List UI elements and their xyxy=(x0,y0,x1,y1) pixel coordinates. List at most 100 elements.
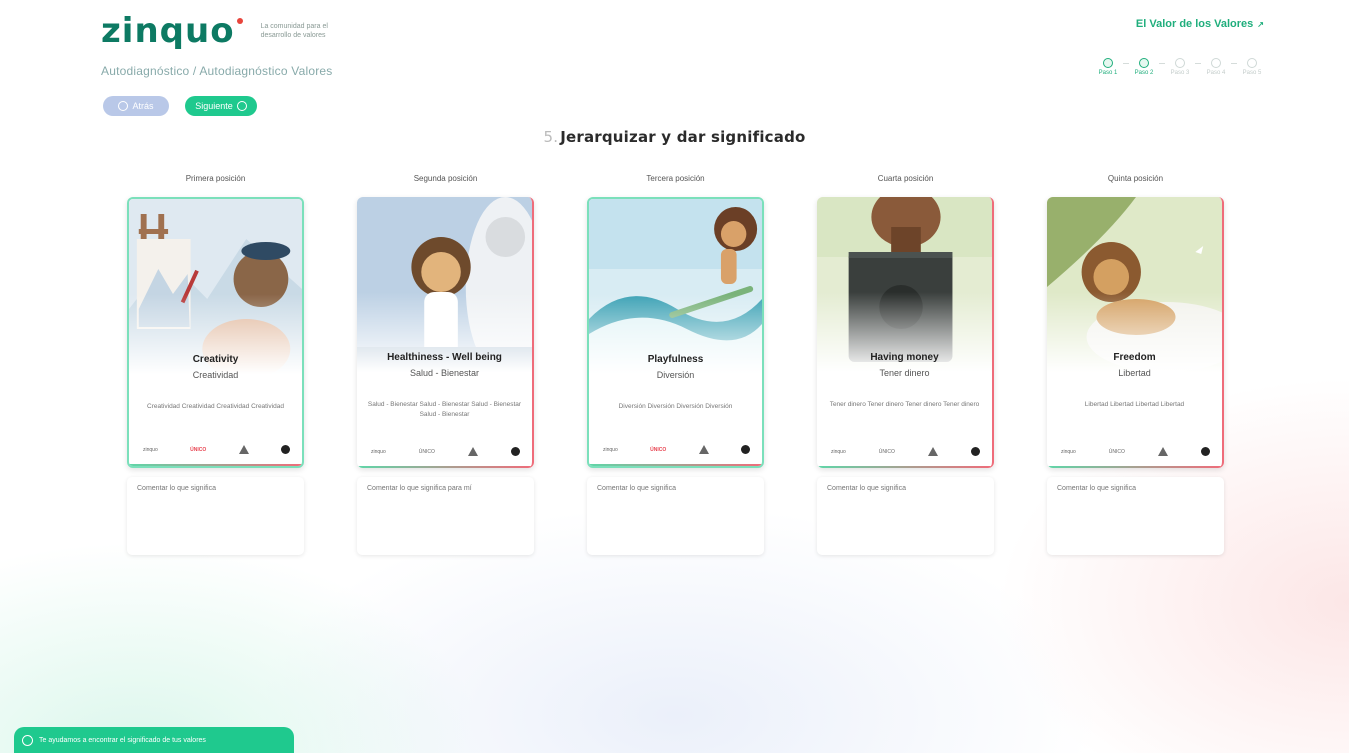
step-4[interactable]: Paso 4 xyxy=(1205,58,1227,76)
card-icons: zinquo ÚNICO xyxy=(603,445,750,454)
card-subtitle: Tener dinero xyxy=(879,368,930,378)
card-icons: zinquo ÚNICO xyxy=(831,447,980,456)
zinquo-logo-icon: zinquo xyxy=(371,448,386,455)
card-title: Having money xyxy=(870,352,939,363)
moon-icon xyxy=(740,445,750,454)
check-circle-icon xyxy=(1103,58,1113,68)
page-title-text: Jerarquizar y dar significado xyxy=(560,128,806,146)
card-stripe xyxy=(1047,466,1222,468)
moon-icon xyxy=(1201,447,1210,456)
meaning-textarea[interactable] xyxy=(357,477,534,555)
mountain-icon xyxy=(698,445,709,454)
card-description: Creatividad Creatividad Creatividad Crea… xyxy=(147,403,284,410)
next-button[interactable]: Siguiente xyxy=(185,96,257,116)
mountain-icon xyxy=(238,445,249,454)
moon-icon xyxy=(280,445,290,454)
card-column-5: Quinta posición Freedom Libertad Liberta… xyxy=(1047,174,1224,555)
chat-widget[interactable]: Te ayudamos a encontrar el significado d… xyxy=(14,727,294,753)
zinquo-logo-icon: zinquo xyxy=(143,446,158,453)
chat-widget-label: Te ayudamos a encontrar el significado d… xyxy=(39,736,206,744)
card-icons: zinquo ÚNICO xyxy=(371,447,520,456)
card-subtitle: Diversión xyxy=(656,370,695,380)
circle-icon xyxy=(1247,58,1257,68)
value-card[interactable]: Having money Tener dinero Tener dinero T… xyxy=(817,197,994,468)
moon-icon xyxy=(511,447,520,456)
card-column-1: Primera posición Creativity Creatividad … xyxy=(127,174,304,555)
step-connector xyxy=(1195,63,1201,64)
circle-icon xyxy=(1175,58,1185,68)
value-card[interactable]: Healthiness - Well being Salud - Bienest… xyxy=(357,197,534,468)
step-2[interactable]: Paso 2 xyxy=(1133,58,1155,76)
value-cards-row: Primera posición Creativity Creatividad … xyxy=(127,174,1224,555)
logo-wordmark: zinquo xyxy=(101,11,235,51)
card-column-3: Tercera posición Playfulness Diversión D… xyxy=(587,174,764,555)
back-button-label: Atrás xyxy=(132,101,154,111)
step-1[interactable]: Paso 1 xyxy=(1097,58,1119,76)
logo[interactable]: zinquo La comunidad para el desarrollo d… xyxy=(101,14,341,48)
step-label: Paso 3 xyxy=(1170,70,1190,76)
card-description: Libertad Libertad Libertad Libertad xyxy=(1084,401,1185,408)
position-label: Segunda posición xyxy=(413,174,478,183)
brand-logo-icon: ÚNICO xyxy=(418,448,435,455)
moon-icon xyxy=(971,447,980,456)
position-label: Tercera posición xyxy=(646,174,705,183)
page-title: 5. Jerarquizar y dar significado xyxy=(0,128,1349,146)
card-column-2: Segunda posición Healthiness - Well bein… xyxy=(357,174,534,555)
step-label: Paso 1 xyxy=(1098,70,1118,76)
position-label: Cuarta posición xyxy=(877,174,934,183)
zinquo-logo-icon: zinquo xyxy=(1061,448,1076,455)
values-link-label: El Valor de los Valores xyxy=(1135,18,1254,30)
logo-tagline: La comunidad para el desarrollo de valor… xyxy=(260,23,328,39)
brand-logo-icon: ÚNICO xyxy=(1108,448,1125,455)
card-description: Salud - Bienestar Salud - Bienestar Salu… xyxy=(367,401,522,418)
card-subtitle: Libertad xyxy=(1118,368,1151,378)
page-title-prefix: 5. xyxy=(543,128,559,146)
position-label: Quinta posición xyxy=(1107,174,1164,183)
mountain-icon xyxy=(927,447,938,456)
step-connector xyxy=(1231,63,1237,64)
zinquo-logo-icon: zinquo xyxy=(603,446,618,453)
meaning-textarea[interactable] xyxy=(127,477,304,555)
step-label: Paso 5 xyxy=(1242,70,1262,76)
meaning-textarea[interactable] xyxy=(817,477,994,555)
back-button[interactable]: Atrás xyxy=(103,96,169,116)
step-connector xyxy=(1159,63,1165,64)
step-5[interactable]: Paso 5 xyxy=(1241,58,1263,76)
position-label: Primera posición xyxy=(185,174,246,183)
circle-icon xyxy=(1211,58,1221,68)
breadcrumb[interactable]: Autodiagnóstico / Autodiagnóstico Valore… xyxy=(101,64,332,78)
values-link[interactable]: El Valor de los Valores ↗ xyxy=(1136,18,1264,30)
card-title: Healthiness - Well being xyxy=(387,352,502,363)
next-button-label: Siguiente xyxy=(195,101,233,111)
chat-bubble-icon xyxy=(22,734,33,746)
value-card[interactable]: Creativity Creatividad Creatividad Creat… xyxy=(127,197,304,468)
card-icons: zinquo ÚNICO xyxy=(1061,447,1210,456)
meaning-textarea[interactable] xyxy=(587,477,764,555)
card-description: Diversión Diversión Diversión Diversión xyxy=(618,403,733,410)
brand-logo-icon: ÚNICO xyxy=(190,446,207,453)
meaning-textarea[interactable] xyxy=(1047,477,1224,555)
zinquo-logo-icon: zinquo xyxy=(831,448,846,455)
brand-logo-icon: ÚNICO xyxy=(878,448,895,455)
step-connector xyxy=(1123,63,1129,64)
step-3[interactable]: Paso 3 xyxy=(1169,58,1191,76)
card-subtitle: Salud - Bienestar xyxy=(409,368,480,378)
check-circle-icon xyxy=(1139,58,1149,68)
brand-logo-icon: ÚNICO xyxy=(650,446,667,453)
card-title: Freedom xyxy=(1113,352,1156,363)
card-stripe xyxy=(357,466,532,468)
card-stripe xyxy=(129,464,302,466)
progress-steps: Paso 1 Paso 2 Paso 3 Paso 4 Paso 5 xyxy=(1097,58,1263,76)
mountain-icon xyxy=(467,447,478,456)
card-title: Playfulness xyxy=(647,354,704,365)
arrow-right-icon xyxy=(236,101,247,111)
card-stripe xyxy=(817,466,992,468)
logo-dot-icon xyxy=(236,18,243,24)
arrow-left-icon xyxy=(118,101,129,111)
value-card[interactable]: Playfulness Diversión Diversión Diversió… xyxy=(587,197,764,468)
step-label: Paso 4 xyxy=(1206,70,1226,76)
card-description: Tener dinero Tener dinero Tener dinero T… xyxy=(829,401,980,408)
card-stripe xyxy=(589,464,762,466)
mountain-icon xyxy=(1157,447,1168,456)
value-card[interactable]: Freedom Libertad Libertad Libertad Liber… xyxy=(1047,197,1224,468)
